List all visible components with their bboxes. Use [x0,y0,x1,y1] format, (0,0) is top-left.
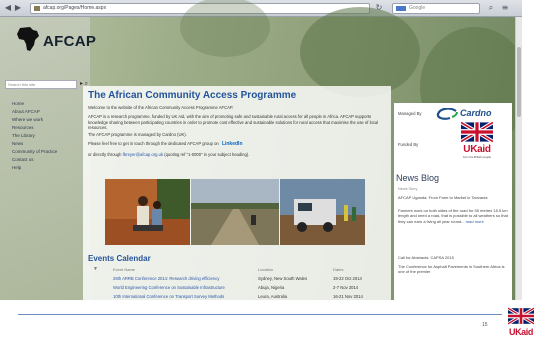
table-row: 26th ARRB Conference 2014: Research driv… [113,276,383,285]
linkedin-link[interactable]: LinkedIn [222,141,243,148]
page-title: The African Community Access Programme [88,90,297,101]
cardno-text: Cardno [460,108,492,118]
email-link[interactable]: fbreyer@afcap.org.uk [123,152,163,157]
ukaid-text: UKaid [463,144,491,155]
site-search-placeholder: Search this site [8,82,36,87]
footer-ukaid-text: UKaid [508,327,533,337]
event-dates: 2-7 Nov 2014 [333,285,359,290]
contact-line: Please feel free to get in touch through… [88,141,219,146]
footer-ukaid-logo: UKaid [506,306,536,340]
forward-icon[interactable]: ▶ [13,3,23,13]
column-header-dates[interactable]: Dates [333,267,343,272]
nav-item-about[interactable]: About AFCAP [12,108,82,116]
photo-people-village [105,179,190,245]
funded-by-label: Funded By [398,142,419,147]
collapse-icon[interactable]: ▼ [93,266,98,272]
photo-strip [105,179,365,245]
afcap-logo[interactable]: AFCAP [16,26,106,56]
nav-item-news[interactable]: News [12,140,82,148]
nav-item-contact[interactable]: Contact us [12,156,82,164]
events-calendar-title: Events Calendar [88,254,151,263]
contact-text: Please feel free to get in touch through… [88,141,384,148]
site-search-input[interactable]: Search this site [5,80,77,89]
background-tree [300,7,420,97]
table-row: World Engineering Conference on Sustaina… [113,285,383,294]
page-scrollbar[interactable] [515,17,522,300]
scrollbar-thumb[interactable] [517,47,521,117]
browser-window: ◀ ▶ afcap.org/Pages/Home.aspx ↻ Google ⌕… [0,0,522,300]
cardno-logo[interactable]: Cardno [434,107,510,121]
site-favicon-icon [34,6,40,11]
nav-item-community[interactable]: Community of Practice [12,148,82,156]
email-prefix: or directly through [88,152,122,157]
left-navigation: Home About AFCAP Where we work Resources… [12,100,82,172]
event-location: Sydney, New South Wales [258,276,308,281]
managed-by-label: Managed By [398,111,422,116]
slide-page-number: 15 [482,322,488,328]
news-second-body: The Conference for Asphalt Pavements in … [398,264,505,275]
table-row: 10th International Conference on Transpo… [113,294,383,300]
search-engine-icon [396,6,406,11]
photo-rural-road [191,179,279,245]
email-text: or directly through fbreyer@afcap.org.uk… [88,152,384,158]
event-dates: 16-21 Nov 2014 [333,294,363,299]
news-story-text: Farmers work on both sides of the road f… [398,208,508,224]
nav-item-help[interactable]: Help [12,164,82,172]
nav-item-resources[interactable]: Resources [12,124,82,132]
event-location: Abuja, Nigeria [258,285,285,290]
main-content: The African Community Access Programme W… [83,86,391,300]
union-jack-icon [508,306,534,326]
news-second-title[interactable]: Call for Abstracts: CAPSA 2015 [398,255,508,260]
slide-divider [18,314,502,315]
search-icon[interactable]: ⌕ [486,3,496,13]
managed-text: The AFCAP programme is managed by Cardno… [88,132,187,137]
browser-search-box[interactable]: Google [392,3,480,14]
event-dates: 19-22 Oct 2014 [333,276,362,281]
news-story-body: Farmers work on both sides of the road f… [398,208,508,224]
menu-icon[interactable]: ≡ [500,3,510,13]
column-header-event[interactable]: Event Name [113,267,135,272]
event-name[interactable]: World Engineering Conference on Sustaina… [113,285,225,290]
africa-map-icon [17,27,39,51]
right-sidebar: Managed By Cardno Funded By UKaid from t… [394,103,512,300]
logo-text: AFCAP [43,33,97,50]
news-subtitle: News Story [398,187,418,191]
event-name[interactable]: 10th International Conference on Transpo… [113,294,224,299]
event-location: Leura, Australia [258,294,288,299]
ukaid-subtitle: from the British people [463,155,491,159]
nav-item-home[interactable]: Home [12,100,82,108]
news-blog-title: News Blog [396,173,440,183]
nav-item-library[interactable]: The Library [12,132,82,140]
union-jack-icon [461,122,493,142]
intro-text: AFCAP is a research programme, funded by… [88,114,379,130]
browser-search-placeholder: Google [409,5,426,11]
ukaid-logo[interactable]: UKaid from the British people [460,122,494,162]
nav-item-where-we-work[interactable]: Where we work [12,116,82,124]
column-header-location[interactable]: Location [258,267,273,272]
email-suffix: (quoting ref "1-0000" in your subject he… [164,152,250,157]
news-story-title[interactable]: AFCAP Uganda: From Farm to Market in Tan… [398,195,508,200]
welcome-text: Welcome to the website of the African Co… [88,105,234,110]
read-more-link[interactable]: read more [466,219,484,224]
background-tree [180,0,270,57]
address-bar-text: afcap.org/Pages/Home.aspx [43,5,107,11]
cardno-swoosh-icon [436,108,458,120]
photo-truck [280,179,365,245]
back-icon[interactable]: ◀ [3,3,13,13]
event-name[interactable]: 26th ARRB Conference 2014: Research driv… [113,276,219,281]
